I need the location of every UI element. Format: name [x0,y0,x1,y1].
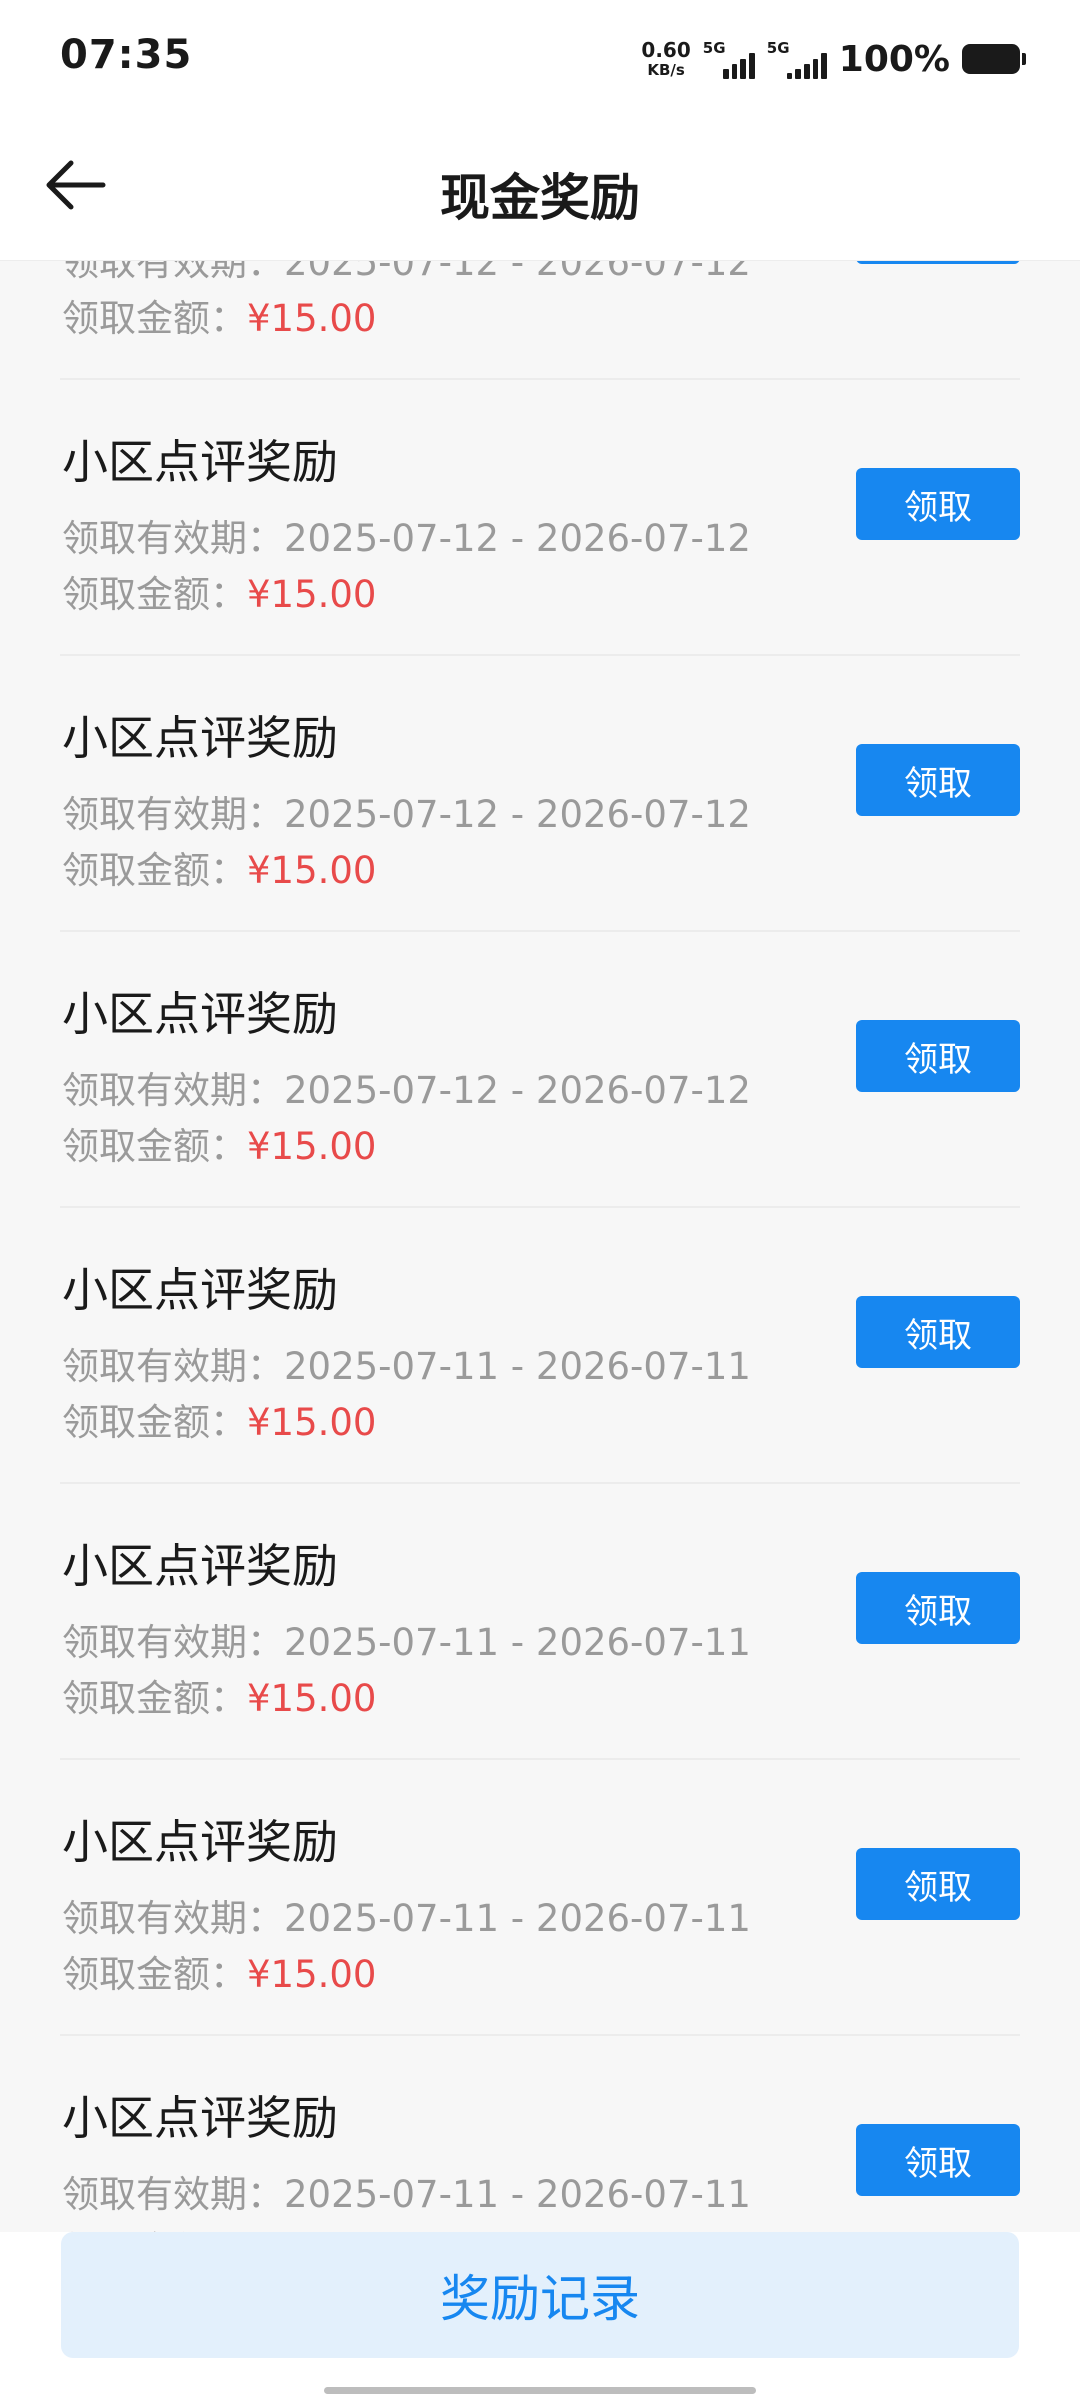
reward-title: 小区点评奖励 [62,987,338,1041]
network-speed: 0.60 KB/s [641,40,690,78]
claim-button[interactable]: 领取 [856,1296,1020,1368]
amount-label: 领取金额： [62,297,247,340]
reward-title: 小区点评奖励 [62,1815,338,1869]
reward-title: 小区点评奖励 [62,711,338,765]
battery-percent: 100% [838,38,950,80]
amount-label: 领取金额： [62,1401,247,1444]
reward-amount: 领取金额：¥15.00 [62,564,376,618]
app-header: 现金奖励 [0,110,1080,261]
battery-icon [962,44,1026,74]
amount-value: ¥15.00 [247,297,377,340]
reward-amount: 领取金额：¥15.00 [62,2220,376,2232]
signal-icon: 5G [767,39,827,79]
reward-item: 小区点评奖励领取有效期：2025-07-11 - 2026-07-11领取金额：… [60,1760,1020,2036]
reward-validity: 领取有效期：2025-07-11 - 2026-07-11 [62,1612,751,1666]
reward-item: 小区点评奖励领取有效期：2025-07-11 - 2026-07-11 领取金额：… [60,2036,1020,2232]
claim-button[interactable]: 领取 [856,1848,1020,1920]
footer: 奖励记录 [0,2232,1080,2400]
claim-button[interactable]: 领取 [856,2124,1020,2196]
reward-title: 小区点评奖励 [62,435,338,489]
reward-list[interactable]: 小区点评奖励领取有效期：2025-07-12 - 2026-07-12领取金额：… [0,260,1080,2232]
reward-list-inner: 小区点评奖励领取有效期：2025-07-12 - 2026-07-12领取金额：… [0,260,1080,2232]
validity-label: 领取有效期： [62,1345,284,1388]
reward-amount: 领取金额：¥15.00 [62,1392,376,1446]
amount-label: 领取金额： [62,1677,247,1720]
validity-label: 领取有效期： [62,793,284,836]
validity-value: 2025-07-12 - 2026-07-12 [284,1069,751,1112]
validity-label: 领取有效期： [62,1897,284,1940]
reward-item: 小区点评奖励领取有效期：2025-07-12 - 2026-07-12领取金额：… [60,380,1020,656]
reward-amount: 领取金额：¥15.00 [62,1944,376,1998]
claim-button[interactable]: 领取 [856,468,1020,540]
reward-validity: 领取有效期：2025-07-12 - 2026-07-12 [62,260,751,286]
validity-label: 领取有效期： [62,2173,284,2216]
validity-value: 2025-07-11 - 2026-07-11 [284,1345,751,1388]
amount-value: ¥15.00 [247,1677,377,1720]
reward-item: 小区点评奖励领取有效期：2025-07-12 - 2026-07-12领取金额：… [60,260,1020,380]
sim1-label: 5G [702,39,726,57]
signal-icon: 5G [703,39,755,79]
reward-title: 小区点评奖励 [62,1539,338,1593]
reward-amount: 领取金额：¥15.00 [62,1668,376,1722]
reward-title: 小区点评奖励 [62,1263,338,1317]
claim-button[interactable]: 领取 [856,1572,1020,1644]
validity-value: 2025-07-11 - 2026-07-11 [284,2173,751,2216]
validity-label: 领取有效期： [62,1069,284,1112]
reward-item: 小区点评奖励领取有效期：2025-07-11 - 2026-07-11领取金额：… [60,1484,1020,1760]
amount-label: 领取金额： [62,1953,247,1996]
reward-title: 小区点评奖励 [62,2091,338,2145]
reward-records-button[interactable]: 奖励记录 [61,2232,1019,2358]
validity-value: 2025-07-11 - 2026-07-11 [284,1621,751,1664]
validity-label: 领取有效期： [62,260,284,284]
validity-value: 2025-07-11 - 2026-07-11 [284,1897,751,1940]
amount-value: ¥15.00 [247,1125,377,1168]
home-indicator [324,2387,756,2394]
status-bar: 07:35 0.60 KB/s 5G 5G 100% [0,0,1080,110]
reward-item: 小区点评奖励领取有效期：2025-07-12 - 2026-07-12领取金额：… [60,656,1020,932]
page-title: 现金奖励 [440,169,640,227]
reward-item: 小区点评奖励领取有效期：2025-07-11 - 2026-07-11领取金额：… [60,1208,1020,1484]
network-speed-unit: KB/s [647,61,685,79]
reward-validity: 领取有效期：2025-07-12 - 2026-07-12 [62,508,751,562]
reward-validity: 领取有效期：2025-07-11 - 2026-07-11 [62,1888,751,1942]
reward-item: 小区点评奖励领取有效期：2025-07-12 - 2026-07-12领取金额：… [60,932,1020,1208]
reward-validity: 领取有效期：2025-07-12 - 2026-07-12 [62,1060,751,1114]
validity-value: 2025-07-12 - 2026-07-12 [284,517,751,560]
reward-validity: 领取有效期：2025-07-12 - 2026-07-12 [62,784,751,838]
status-time: 07:35 [60,32,193,78]
amount-label: 领取金额： [62,1125,247,1168]
network-speed-value: 0.60 [641,38,691,62]
amount-label: 领取金额： [62,573,247,616]
reward-validity: 领取有效期：2025-07-11 - 2026-07-11 [62,1336,751,1390]
amount-value: ¥15.00 [247,573,377,616]
amount-label: 领取金额： [62,849,247,892]
reward-amount: 领取金额：¥15.00 [62,288,376,342]
status-indicators: 0.60 KB/s 5G 5G 100% [641,34,1026,84]
reward-validity: 领取有效期：2025-07-11 - 2026-07-11 [62,2164,751,2218]
reward-amount: 领取金额：¥15.00 [62,1116,376,1170]
validity-label: 领取有效期： [62,517,284,560]
validity-value: 2025-07-12 - 2026-07-12 [284,260,751,284]
claim-button[interactable]: 领取 [856,744,1020,816]
amount-value: ¥15.00 [247,1401,377,1444]
sim2-label: 5G [766,39,790,57]
amount-value: ¥15.00 [247,849,377,892]
validity-value: 2025-07-12 - 2026-07-12 [284,793,751,836]
amount-value: ¥15.00 [247,1953,377,1996]
claim-button[interactable]: 领取 [856,1020,1020,1092]
validity-label: 领取有效期： [62,1621,284,1664]
reward-amount: 领取金额：¥15.00 [62,840,376,894]
